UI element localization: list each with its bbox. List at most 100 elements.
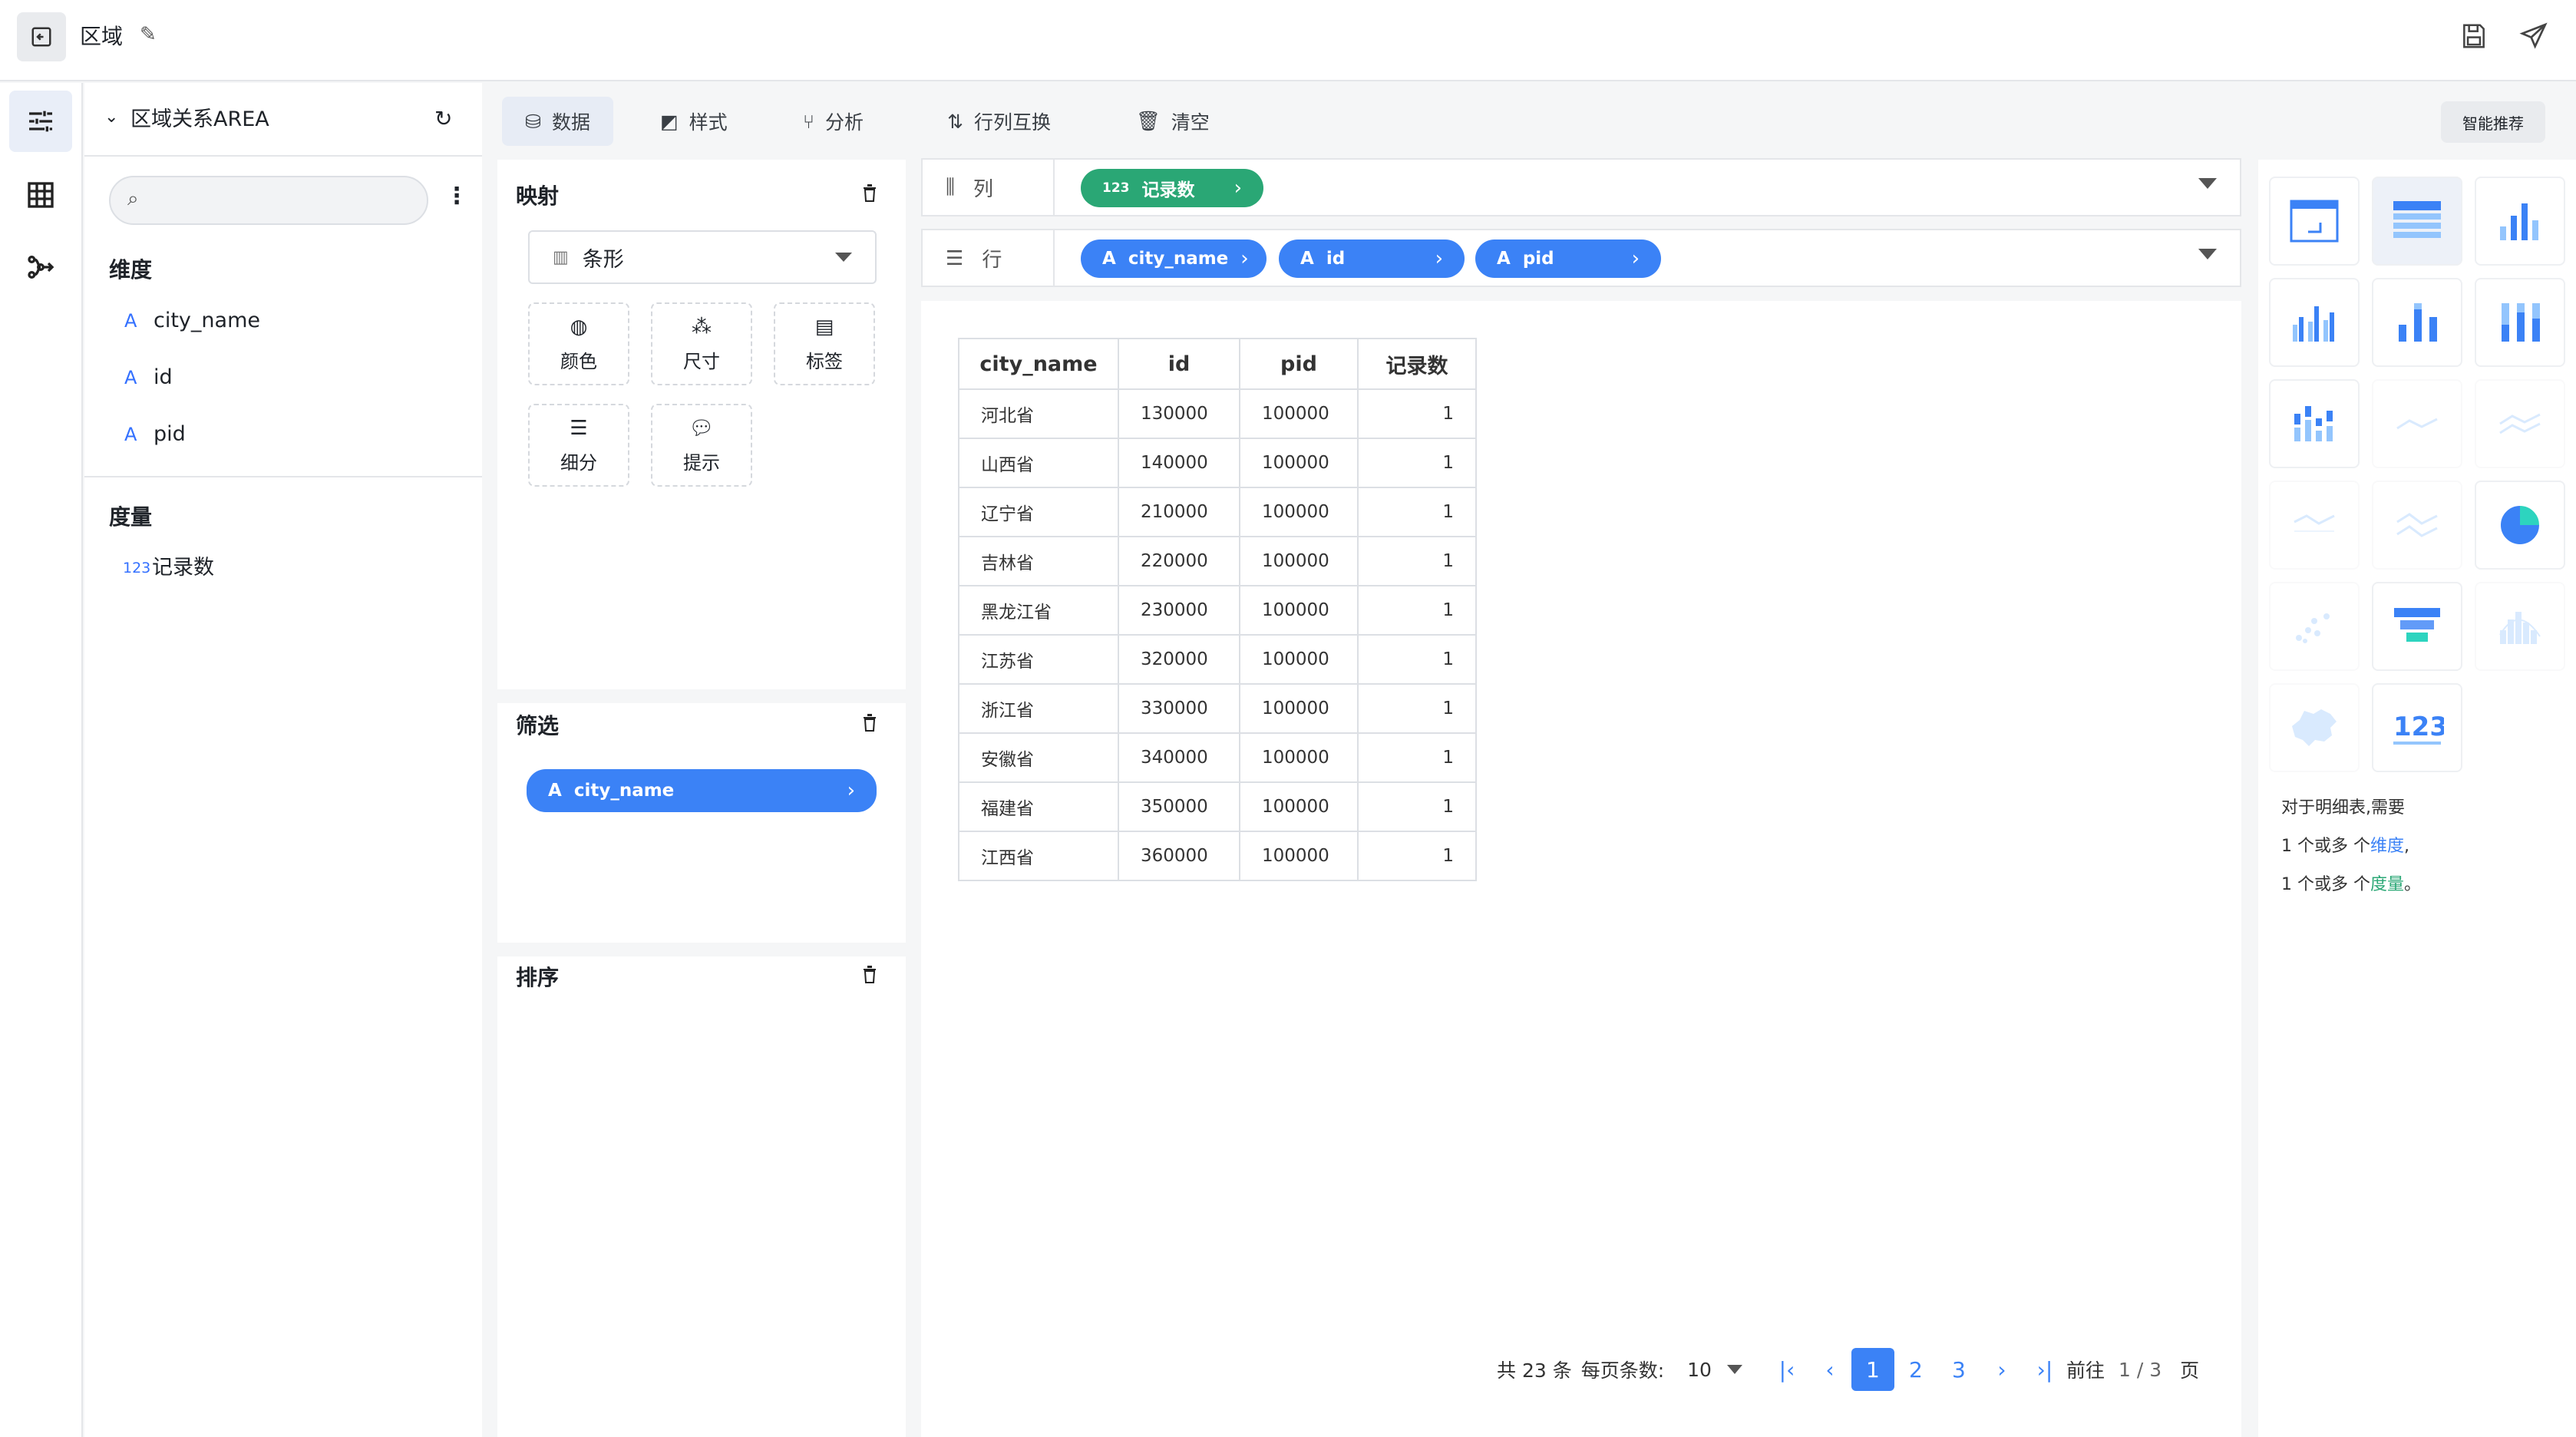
table-cell: 100000 [1239,487,1359,537]
table-pivot-icon [2290,200,2339,243]
table-cell: 360000 [1118,831,1240,881]
chart-type-area[interactable] [2269,481,2360,570]
chart-type-map[interactable] [2269,683,2360,772]
trash-icon[interactable] [858,711,881,734]
first-page-icon[interactable]: |‹ [1765,1348,1808,1391]
row-pill[interactable]: Apid › [1475,240,1661,278]
back-button[interactable] [17,12,66,61]
column-header[interactable]: city_name [958,338,1119,390]
mapping-panel: 映射 ▥ 条形 ◍ 颜色 ⁂ 尺寸 ▤ 标签 ☰ 细分 💬︎ 提示 筛选 Acity_na… [497,160,906,1437]
editor-tabbar: ⛁ 数据 ◩ 样式 ⑂ 分析 ⇅ 行列互换 🗑︎ 清空 智能推荐 [484,83,2576,160]
column-pill[interactable]: 123 记录数 › [1081,169,1263,207]
chart-type-table-detail[interactable] [2372,177,2462,266]
per-page-select[interactable]: 10 [1687,1359,1742,1381]
mark-color[interactable]: ◍ 颜色 [528,302,629,385]
chart-type-bar-grouped[interactable] [2269,278,2360,367]
nav-flow-icon[interactable] [9,236,72,298]
chart-type-select[interactable]: ▥ 条形 [528,230,877,284]
table-cell: 340000 [1118,732,1240,783]
refresh-icon[interactable]: ↻ [434,106,452,131]
last-page-icon[interactable]: ›| [2023,1348,2066,1391]
next-page-icon[interactable]: › [1980,1348,2023,1391]
table-cell: 1 [1357,634,1477,685]
row-pill[interactable]: Acity_name › [1081,240,1267,278]
datasource-name[interactable]: 区域关系AREA [130,104,269,135]
swap-icon: ⇅ [947,110,963,133]
measure-field[interactable]: 123 记录数 [123,553,214,583]
filter-pill[interactable]: Acity_name › [527,769,877,812]
chart-type-scatter[interactable] [2269,582,2360,671]
tab-swap[interactable]: ⇅ 行列互换 [924,97,1074,146]
table-cell: 100000 [1239,585,1359,636]
table-cell: 130000 [1118,388,1240,439]
nav-table-icon[interactable] [9,164,72,226]
table-cell: 安徽省 [958,732,1119,783]
kpi-number-icon: 123 [2393,712,2444,745]
mark-detail[interactable]: ☰ 细分 [528,404,629,487]
tab-clear[interactable]: 🗑︎ 清空 [1113,97,1233,146]
mark-tooltip[interactable]: 💬︎ 提示 [651,404,752,487]
chart-type-pie[interactable] [2475,481,2565,570]
chart-type-bar-horizontal[interactable] [2269,379,2360,468]
columns-shelf[interactable]: ⫼ 列 123 记录数 › [921,158,2241,216]
measures-title: 度量 [109,504,153,530]
table-row: 山西省 140000 100000 1 [958,438,1477,488]
save-icon[interactable] [2455,17,2493,55]
mapping-title: 映射 [516,183,560,209]
rows-shelf[interactable]: ☰ 行 Acity_name › Aid › Apid › [921,229,2241,287]
dimension-field[interactable]: Aid [124,362,173,393]
page-button[interactable]: 3 [1937,1348,1980,1391]
chart-type-table-pivot[interactable] [2269,177,2360,266]
chart-type-funnel[interactable] [2372,582,2462,671]
column-header[interactable]: id [1118,338,1240,390]
tab-data[interactable]: ⛁ 数据 [502,97,613,146]
caret-down-icon[interactable] [2198,249,2217,259]
chart-canvas: city_name id pid 记录数 河北省 130000 100000 1 山西省… [921,301,2241,1437]
pagination: 共 23 条 每页条数: 10 |‹ ‹ 1 2 3 › ›| 前往 1 / 3… [1497,1345,2199,1394]
publish-icon[interactable] [2515,17,2553,55]
chart-hint: 对于明细表,需要 1 个或多 个维度, 1 个或多 个度量。 [2281,798,2422,894]
table-cell: 100000 [1239,683,1359,734]
table-cell: 山西省 [958,438,1119,488]
nav-config-icon[interactable] [9,91,72,152]
chart-type-bar[interactable] [2475,177,2565,266]
tab-analysis[interactable]: ⑂ 分析 [780,97,887,146]
sort-title: 排序 [516,965,560,990]
field-search-input[interactable] [109,176,428,225]
trash-icon[interactable] [858,181,881,204]
tab-style[interactable]: ◩ 样式 [637,97,751,146]
chevron-down-icon[interactable]: ⌄ [104,107,118,127]
chevron-right-icon: › [1435,247,1443,270]
pie-icon [2499,504,2541,546]
trash-icon[interactable] [858,963,881,986]
chart-type-bar-percent[interactable] [2475,278,2565,367]
mark-size[interactable]: ⁂ 尺寸 [651,302,752,385]
page-info[interactable]: 1 / 3 [2119,1359,2162,1381]
chart-type-line-multi[interactable] [2475,379,2565,468]
chart-type-area-stacked[interactable] [2372,481,2462,570]
page-button[interactable]: 1 [1851,1348,1894,1391]
table-cell: 1 [1357,487,1477,537]
column-header[interactable]: pid [1239,338,1359,390]
dimension-field[interactable]: Acity_name [124,306,260,336]
chart-type-bar-stacked[interactable] [2372,278,2462,367]
dimension-field[interactable]: Apid [124,419,186,450]
chart-type-kpi-number[interactable]: 123 [2372,683,2462,772]
smart-recommend-button[interactable]: 智能推荐 [2441,101,2545,143]
page-button[interactable]: 2 [1894,1348,1937,1391]
scatter-icon [2296,613,2330,643]
mark-label[interactable]: ▤ 标签 [774,302,875,385]
caret-down-icon [835,253,852,262]
prev-page-icon[interactable]: ‹ [1808,1348,1851,1391]
table-cell: 江苏省 [958,634,1119,685]
table-cell: 1 [1357,781,1477,832]
column-header[interactable]: 记录数 [1357,338,1477,390]
chart-type-histogram[interactable] [2475,582,2565,671]
chart-type-line[interactable] [2372,379,2462,468]
more-icon[interactable]: ⋮ [445,183,468,210]
row-pill[interactable]: Aid › [1279,240,1465,278]
caret-down-icon[interactable] [2198,178,2217,189]
edit-title-icon[interactable]: ✎ [140,23,157,46]
page-title: 区域 [80,24,124,49]
datasource-header: ⌄ 区域关系AREA ↻ [84,83,482,157]
